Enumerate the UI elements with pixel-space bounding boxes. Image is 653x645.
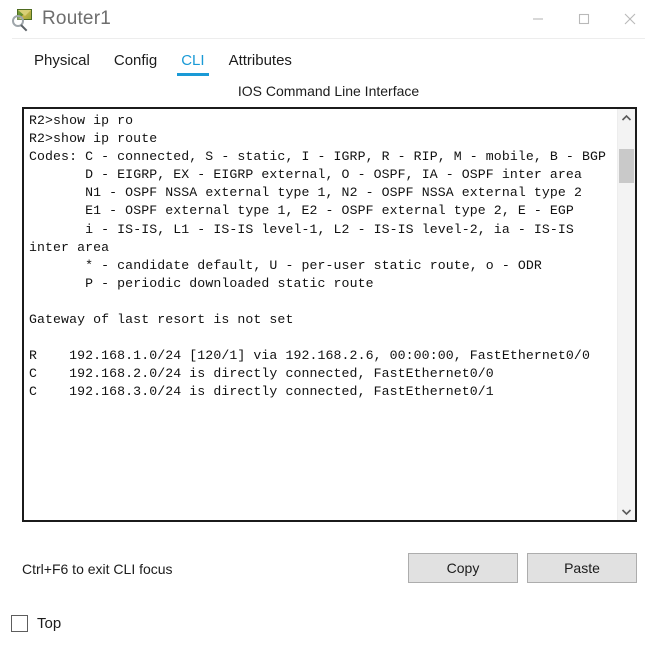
- tab-bar: Physical Config CLI Attributes: [12, 39, 645, 77]
- maximize-button[interactable]: [561, 0, 607, 38]
- window-controls: [515, 0, 653, 38]
- minimize-icon: [533, 18, 543, 20]
- chevron-down-icon: [621, 508, 632, 515]
- copy-button[interactable]: Copy: [408, 553, 518, 583]
- tab-config[interactable]: Config: [102, 52, 169, 77]
- chevron-up-icon: [621, 114, 632, 121]
- maximize-icon: [578, 13, 590, 25]
- scrollbar-thumb[interactable]: [619, 149, 634, 183]
- cli-header-title: IOS Command Line Interface: [237, 83, 420, 99]
- window-bottom-bar: Top: [0, 601, 653, 645]
- scroll-up-button[interactable]: [618, 109, 635, 126]
- cli-scrollbar[interactable]: [617, 109, 635, 520]
- device-panel: Physical Config CLI Attributes IOS Comma…: [12, 38, 645, 601]
- scroll-down-button[interactable]: [618, 503, 635, 520]
- top-checkbox[interactable]: [11, 614, 28, 632]
- window-title: Router1: [42, 8, 111, 29]
- window-titlebar: Router1: [0, 0, 653, 38]
- paste-button[interactable]: Paste: [527, 553, 637, 583]
- minimize-button[interactable]: [515, 0, 561, 38]
- cli-focus-hint: Ctrl+F6 to exit CLI focus: [22, 561, 173, 577]
- cli-footer: Ctrl+F6 to exit CLI focus Copy Paste: [12, 543, 645, 601]
- close-button[interactable]: [607, 0, 653, 38]
- tab-physical[interactable]: Physical: [22, 52, 102, 77]
- top-checkbox-label: Top: [37, 614, 62, 632]
- router-magnifier-icon: [12, 8, 34, 32]
- cli-terminal-container: R2>show ip ro R2>show ip route Codes: C …: [22, 107, 637, 522]
- tab-cli[interactable]: CLI: [169, 52, 216, 77]
- close-icon: [624, 13, 636, 25]
- cli-output-text[interactable]: R2>show ip ro R2>show ip route Codes: C …: [24, 109, 617, 520]
- tab-attributes[interactable]: Attributes: [217, 52, 304, 77]
